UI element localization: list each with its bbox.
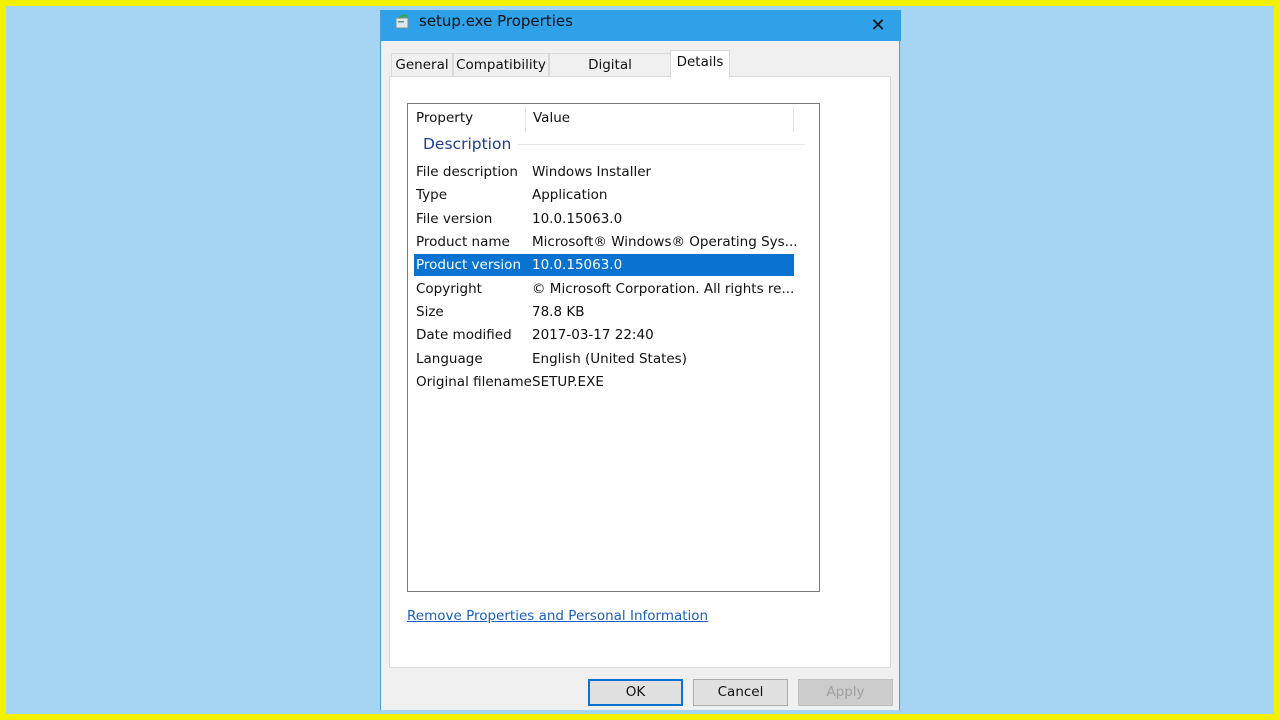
value-cell: 2017-03-17 22:40: [532, 327, 654, 343]
title-bar[interactable]: setup.exe Properties ✕: [381, 10, 901, 41]
window-title: setup.exe Properties: [419, 12, 573, 30]
list-item[interactable]: Copyright © Microsoft Corporation. All r…: [414, 278, 794, 300]
list-item[interactable]: Original filename SETUP.EXE: [414, 371, 794, 393]
list-item[interactable]: Product name Microsoft® Windows® Operati…: [414, 231, 798, 253]
close-button[interactable]: ✕: [855, 10, 901, 41]
tab-label: Details: [676, 54, 724, 70]
property-cell: Language: [416, 351, 483, 367]
value-cell: English (United States): [532, 351, 687, 367]
value-cell: SETUP.EXE: [532, 374, 604, 390]
property-cell: Copyright: [416, 281, 482, 297]
column-header-value[interactable]: Value: [525, 104, 793, 132]
list-item-selected[interactable]: Product version 10.0.15063.0: [414, 254, 794, 276]
property-cell: Type: [416, 187, 448, 203]
tab-digital-signatures[interactable]: Digital Signatures: [549, 53, 671, 95]
property-cell: Product version: [416, 257, 521, 273]
close-icon: ✕: [870, 15, 886, 36]
remove-properties-link[interactable]: Remove Properties and Personal Informati…: [407, 608, 708, 624]
value-cell: Microsoft® Windows® Operating Sys...: [532, 234, 798, 250]
apply-button[interactable]: Apply: [798, 679, 893, 706]
column-header-label: Value: [533, 110, 571, 126]
tab-compatibility[interactable]: Compatibility: [453, 53, 549, 77]
tab-label: General: [395, 57, 449, 73]
list-item[interactable]: Size 78.8 KB: [414, 301, 794, 323]
ok-button[interactable]: OK: [588, 679, 683, 706]
value-cell: Application: [532, 187, 608, 203]
column-divider[interactable]: [793, 107, 794, 132]
property-cell: Original filename: [416, 374, 532, 390]
value-cell: 78.8 KB: [532, 304, 585, 320]
list-item[interactable]: Type Application: [414, 184, 794, 206]
property-cell: Size: [416, 304, 444, 320]
details-list[interactable]: Property Value Description File descript…: [407, 103, 820, 592]
group-header-description: Description: [423, 135, 512, 153]
value-cell: 10.0.15063.0: [532, 257, 623, 273]
list-item[interactable]: Language English (United States): [414, 348, 794, 370]
installer-app-icon: [395, 14, 409, 29]
value-cell: © Microsoft Corporation. All rights re..…: [532, 281, 795, 297]
button-label: Apply: [826, 684, 865, 700]
cancel-button[interactable]: Cancel: [693, 679, 788, 706]
tab-general[interactable]: General: [391, 53, 453, 77]
group-divider: [518, 144, 805, 145]
property-cell: Product name: [416, 234, 510, 250]
property-cell: Date modified: [416, 327, 512, 343]
details-panel: Property Value Description File descript…: [389, 76, 891, 668]
property-cell: File description: [416, 164, 518, 180]
button-label: OK: [625, 684, 646, 700]
property-cell: File version: [416, 211, 493, 227]
column-header-label: Property: [416, 110, 474, 126]
list-item[interactable]: File description Windows Installer: [414, 161, 794, 183]
properties-dialog: setup.exe Properties ✕ General Compatibi…: [380, 10, 901, 710]
tab-details[interactable]: Details: [670, 50, 730, 78]
tab-label: Compatibility: [456, 57, 546, 73]
value-cell: Windows Installer: [532, 164, 652, 180]
list-item[interactable]: File version 10.0.15063.0: [414, 208, 794, 230]
button-label: Cancel: [717, 684, 764, 700]
list-header: Property Value: [408, 104, 819, 132]
list-item[interactable]: Date modified 2017-03-17 22:40: [414, 324, 794, 346]
value-cell: 10.0.15063.0: [532, 211, 623, 227]
column-header-property[interactable]: Property: [408, 104, 525, 132]
